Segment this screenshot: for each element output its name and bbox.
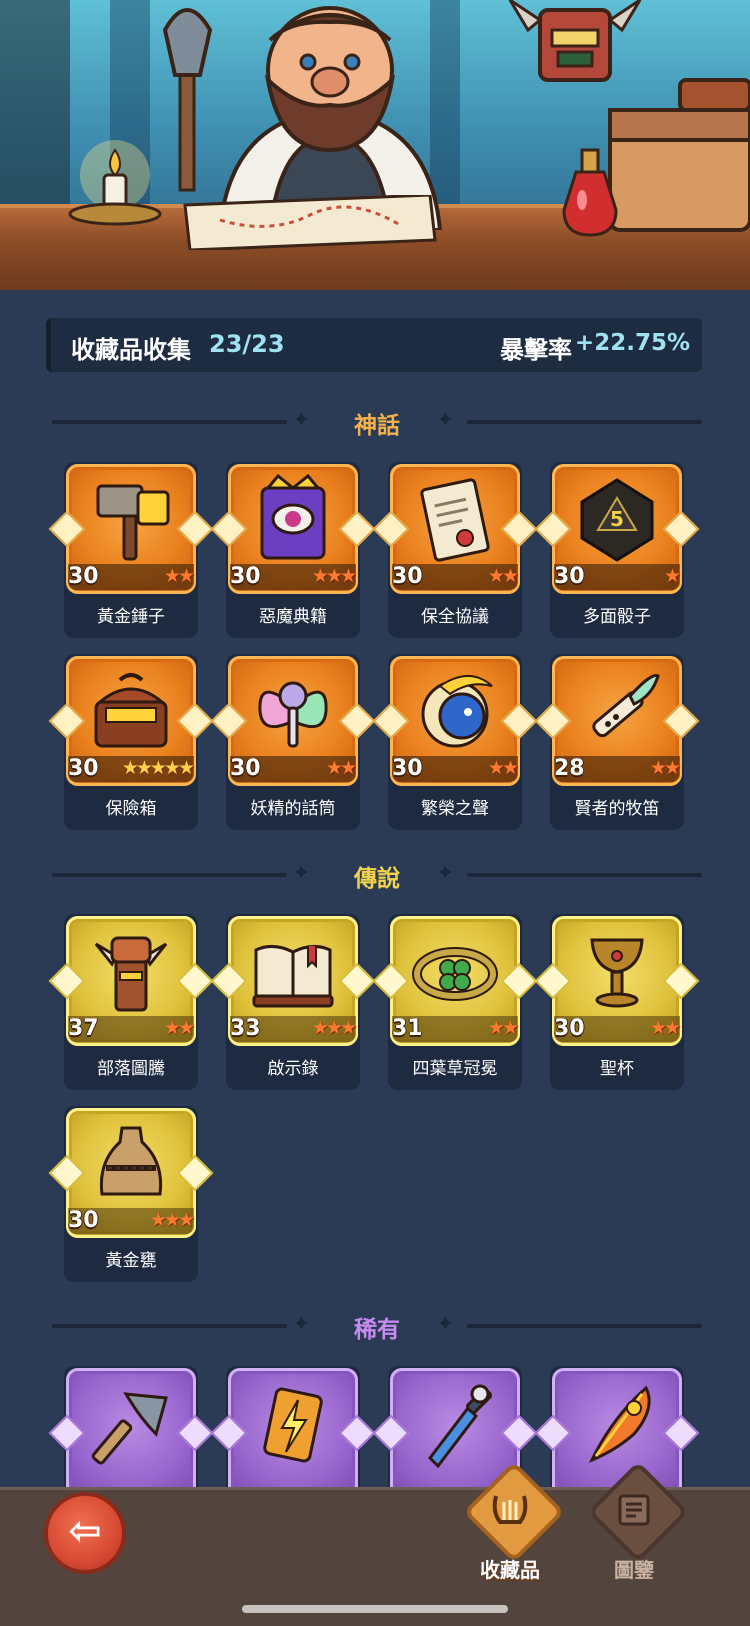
collectible-card[interactable]: 31 ★★ 四葉草冠冕 [372, 914, 538, 1090]
red-potion-icon [562, 148, 618, 237]
section-title-mythic: 神話 [354, 413, 400, 439]
item-level: 30 [68, 756, 99, 781]
collectible-card[interactable]: 30 ★★ 聖杯 [534, 914, 700, 1090]
collectible-card[interactable]: 30 ★★★ 惡魔典籍 [210, 462, 376, 638]
clover-crown-icon [412, 947, 498, 1001]
item-level: 30 [554, 1016, 585, 1041]
item-stars: ★★ [487, 757, 519, 779]
item-stars: ★★ [163, 1017, 195, 1039]
collectible-card[interactable]: 30 ★★ 繁榮之聲 [372, 654, 538, 830]
hero-banner [0, 0, 750, 290]
item-name: 聖杯 [600, 1059, 634, 1079]
section-title-legendary: 傳說 [354, 866, 400, 892]
item-name: 多面骰子 [583, 607, 651, 627]
item-name: 妖精的話筒 [250, 799, 336, 819]
tab-codex[interactable]: 圖鑒 [584, 1461, 689, 1586]
item-level: 30 [392, 756, 423, 781]
item-name: 啟示錄 [267, 1059, 319, 1079]
tribal-totem-icon [94, 936, 168, 1012]
collectible-card[interactable]: 37 ★★ 部落圖騰 [48, 914, 214, 1090]
tab-codex-label: 圖鑒 [614, 1558, 654, 1582]
crit-rate-value: +22.75% [574, 330, 690, 356]
item-level: 30 [392, 564, 423, 589]
battle-axe-icon [91, 1392, 168, 1465]
collectible-card[interactable]: 30 ★★ 妖精的話筒 [210, 654, 376, 830]
section-title-rare: 稀有 [354, 1317, 400, 1343]
item-stars: ★★ [487, 565, 519, 587]
treasure-chest-icon [94, 673, 168, 748]
item-stars: ★★★★★ [121, 757, 195, 779]
lightning-card-icon [263, 1387, 323, 1463]
item-level: 30 [554, 564, 585, 589]
open-book-icon [252, 945, 334, 1008]
item-name: 黃金甕 [105, 1251, 157, 1271]
collectible-card[interactable]: 28 ★★ 賢者的牧笛 [534, 654, 700, 830]
contract-scroll-icon [420, 478, 490, 562]
collectible-card[interactable]: 5 30 ★ 多面骰子 [534, 462, 700, 638]
collection-count: 23/23 [209, 330, 285, 358]
demon-tome-icon [260, 474, 326, 560]
item-name: 黃金錘子 [97, 607, 165, 627]
wooden-chest-icon [608, 78, 750, 232]
item-level: 31 [392, 1016, 423, 1041]
section-header-mythic: ✦ ✦ 神話 [52, 404, 702, 439]
item-name: 四葉草冠冕 [412, 1059, 498, 1079]
crit-rate-label: 暴擊率 [500, 336, 572, 364]
item-stars: ★★★ [149, 1209, 195, 1231]
item-level: 30 [230, 756, 261, 781]
candle-icon [68, 140, 162, 226]
golden-urn-icon [99, 1126, 163, 1196]
phoenix-feather-icon [588, 1385, 651, 1463]
section-header-rare: ✦ ✦ 稀有 [52, 1308, 702, 1343]
item-name: 賢者的牧笛 [574, 799, 660, 819]
sage-flute-icon [592, 673, 660, 738]
item-stars: ★★ [163, 565, 195, 587]
ice-dagger-icon [428, 1384, 492, 1468]
back-arrow-icon: ⇦ [68, 1508, 102, 1554]
item-name: 繁榮之聲 [421, 799, 489, 819]
tab-collection[interactable]: 收藏品 [460, 1461, 565, 1586]
item-level: 30 [68, 1208, 99, 1233]
prosperity-shell-icon [421, 675, 493, 748]
collection-label: 收藏品收集 [71, 336, 191, 364]
holy-grail-icon [590, 938, 644, 1008]
home-indicator[interactable] [242, 1605, 508, 1613]
lyre-icon [492, 1495, 528, 1524]
treasure-map-icon [183, 195, 437, 250]
item-level: 30 [68, 564, 99, 589]
collectible-card[interactable]: 30 ★★★ 黃金甕 [48, 1106, 214, 1282]
item-stars: ★ [663, 565, 681, 587]
item-stars: ★★ [325, 757, 357, 779]
item-stars: ★★ [649, 1017, 681, 1039]
svg-text:5: 5 [610, 507, 624, 531]
item-name: 保全協議 [421, 607, 489, 627]
item-level: 30 [230, 564, 261, 589]
golden-hammer-icon [96, 484, 170, 561]
collectible-card[interactable]: 30 ★★ 黃金錘子 [48, 462, 214, 638]
item-name: 惡魔典籍 [259, 607, 327, 627]
collectible-card[interactable]: 30 ★★ 保全協議 [372, 462, 538, 638]
back-button[interactable]: ⇦ [44, 1492, 126, 1574]
section-header-legendary: ✦ ✦ 傳說 [52, 857, 702, 892]
collectible-card[interactable]: 30 ★★★★★ 保險箱 [48, 654, 214, 830]
item-stars: ★★ [649, 757, 681, 779]
item-level: 37 [68, 1016, 99, 1041]
item-name: 部落圖騰 [97, 1059, 165, 1079]
fairy-microphone-icon [258, 681, 328, 748]
item-level: 33 [230, 1016, 261, 1041]
collection-stats-bar: 收藏品收集 23/23 暴擊率 +22.75% [46, 318, 702, 372]
item-name: 保險箱 [105, 799, 157, 819]
item-stars: ★★★ [311, 1017, 357, 1039]
item-stars: ★★ [487, 1017, 519, 1039]
polyhedral-dice-icon: 5 [580, 478, 654, 562]
item-stars: ★★★ [311, 565, 357, 587]
collectible-card[interactable]: 33 ★★★ 啟示錄 [210, 914, 376, 1090]
codex-book-icon [618, 1494, 650, 1526]
tab-collection-label: 收藏品 [480, 1558, 540, 1582]
item-level: 28 [554, 756, 585, 781]
